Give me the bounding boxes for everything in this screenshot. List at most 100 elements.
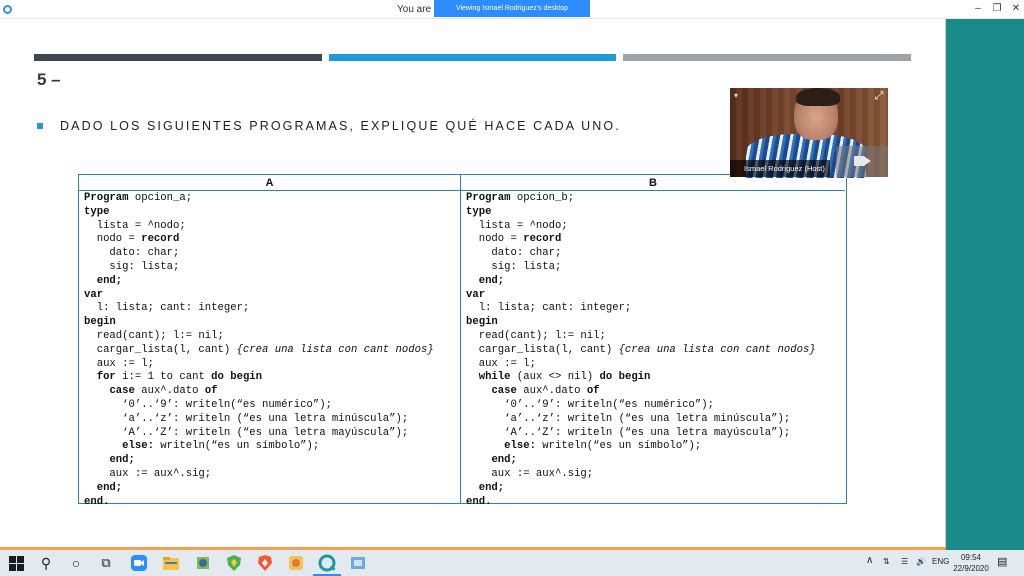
code-line: cargar_lista(l, cant) {crea una lista co…	[84, 344, 460, 358]
file-explorer-icon[interactable]	[162, 554, 180, 572]
code-text: cargar_lista(l, cant)	[84, 343, 237, 356]
code-text: opcion_a;	[128, 192, 193, 204]
code-line: l: lista; cant: integer;	[84, 302, 460, 316]
code-keyword: of	[204, 385, 218, 398]
code-keyword: type	[466, 205, 492, 218]
show-hidden-icons-icon[interactable]: ∧	[866, 555, 873, 566]
header-bar-dark	[34, 54, 322, 61]
code-line: aux := aux^.sig;	[84, 468, 460, 482]
code-line: Program opcion_a;	[84, 192, 460, 206]
close-button[interactable]: ✕	[1008, 2, 1024, 16]
code-keyword: record	[141, 233, 180, 246]
code-block-b: Program opcion_b; type lista = ^nodo; nod…	[461, 191, 845, 509]
clock-time: 09:54	[960, 553, 982, 562]
code-keyword: begin	[466, 316, 498, 329]
wifi-icon[interactable]: ☰	[901, 557, 908, 566]
code-keyword: var	[84, 288, 104, 301]
code-line: begin	[466, 316, 845, 330]
app-icon[interactable]	[194, 554, 212, 572]
code-keyword: end;	[96, 274, 123, 287]
clock[interactable]: 09:54 22/9/2020	[951, 552, 991, 574]
code-line: end.	[84, 496, 460, 510]
code-keyword: Program	[466, 192, 511, 204]
code-text: sig: lista;	[84, 260, 180, 273]
window-title-bar: You are v Viewing Ismael Rodriguez's des…	[0, 0, 1024, 19]
code-keyword: end.	[466, 495, 492, 508]
code-keyword: var	[466, 288, 486, 301]
code-line: ‘A’..‘Z’: writeln (“es una letra mayúscu…	[84, 427, 460, 441]
zoom-active-icon[interactable]	[313, 554, 341, 576]
code-keyword: Program	[84, 192, 129, 204]
code-text: writeln(“es un símbolo”);	[535, 440, 702, 453]
maximize-button[interactable]: ❐	[989, 2, 1005, 16]
zoom-logo-icon	[3, 5, 12, 14]
app-icon[interactable]	[349, 554, 367, 572]
code-line: ‘A’..‘Z’: writeln (“es una letra mayúscu…	[466, 427, 845, 441]
code-text: (aux <> nil)	[510, 371, 600, 384]
cortana-icon[interactable]: ○	[67, 554, 85, 572]
app-icon[interactable]	[287, 554, 305, 572]
code-text: read(cant); l:= nil;	[84, 329, 224, 342]
code-line: read(cant); l:= nil;	[466, 330, 845, 344]
code-keyword: begin	[84, 316, 116, 329]
code-text: aux^.dato	[516, 385, 587, 398]
shield-browser-icon[interactable]	[225, 554, 243, 572]
brave-browser-icon[interactable]	[256, 554, 274, 572]
code-line: var	[84, 289, 460, 303]
code-text: lista = ^nodo;	[84, 219, 186, 232]
code-text: l: lista; cant: integer;	[466, 302, 632, 315]
search-icon[interactable]: ⚲	[37, 554, 55, 572]
camera-overlay[interactable]	[836, 146, 888, 177]
notification-icon[interactable]: ▤	[997, 555, 1007, 568]
code-text: sig: lista;	[466, 260, 562, 273]
code-keyword: end;	[491, 454, 517, 467]
minimize-button[interactable]: –	[970, 2, 986, 16]
language-indicator[interactable]: ENG	[932, 557, 949, 566]
volume-icon[interactable]: 🔊	[916, 557, 926, 566]
code-line: end;	[466, 454, 845, 468]
code-keyword: of	[586, 385, 600, 398]
code-line: begin	[84, 316, 460, 330]
code-keyword: record	[523, 233, 562, 246]
code-keyword: while	[478, 371, 511, 384]
table-column-b: B Program opcion_b; type lista = ^nodo; n…	[461, 175, 845, 508]
column-a-header: A	[79, 175, 460, 191]
video-menu-icon[interactable]: ▾	[734, 91, 738, 100]
code-text: nodo =	[84, 233, 142, 246]
code-text: ‘a’..‘z’: writeln (“es una letra minúscu…	[466, 412, 791, 425]
code-line: end;	[84, 454, 460, 468]
code-keyword: end;	[96, 481, 123, 494]
code-line: end;	[84, 482, 460, 496]
clock-date: 22/9/2020	[953, 564, 989, 573]
code-text: l: lista; cant: integer;	[84, 302, 250, 315]
code-keyword: for	[96, 371, 116, 384]
code-line: sig: lista;	[84, 261, 460, 275]
participant-name-label: Ismael Rodriguez (Host)	[730, 160, 830, 177]
code-line: lista = ^nodo;	[84, 220, 460, 234]
zoom-app-icon[interactable]	[130, 554, 148, 572]
code-line: dato: char;	[84, 247, 460, 261]
code-text: ‘0’..‘9’: writeln(“es numérico”);	[84, 398, 332, 411]
code-text: aux := aux^.sig;	[466, 467, 594, 480]
code-text: nodo =	[466, 233, 524, 246]
slide-side-panel	[946, 19, 1024, 550]
video-person-hair	[796, 88, 840, 106]
code-keyword: do begin	[599, 371, 651, 384]
code-line: read(cant); l:= nil;	[84, 330, 460, 344]
viewing-desktop-banner[interactable]: Viewing Ismael Rodriguez's desktop	[434, 0, 590, 17]
code-line: l: lista; cant: integer;	[466, 302, 845, 316]
network-icon[interactable]: ⇅	[883, 557, 890, 566]
task-view-icon[interactable]: ⧉	[97, 554, 115, 572]
code-line: type	[466, 206, 845, 220]
expand-video-icon[interactable]: ⤢	[872, 89, 886, 103]
windows-start-icon[interactable]	[7, 554, 25, 572]
code-comparison-table: A Program opcion_a;type lista = ^nodo; n…	[78, 174, 847, 508]
slide-number: 5 –	[37, 70, 61, 89]
